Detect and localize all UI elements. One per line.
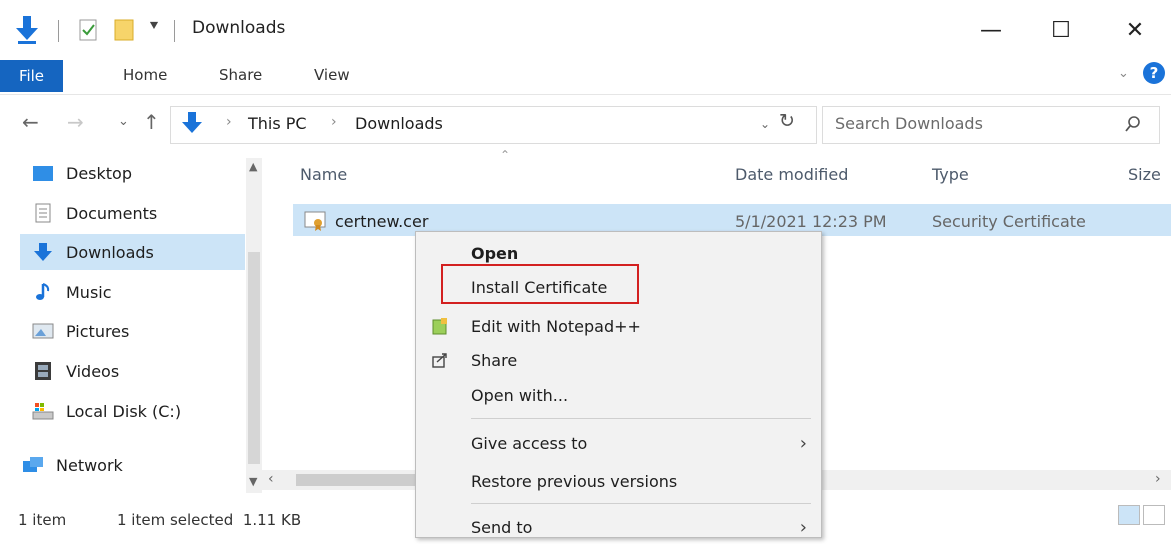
submenu-chevron-icon: › [799, 516, 807, 538]
notepad-plus-plus-icon [430, 316, 450, 336]
new-folder-icon[interactable] [113, 16, 137, 42]
nav-item-local-disk[interactable]: Local Disk (C:) [20, 393, 245, 429]
close-button[interactable]: ✕ [1108, 10, 1162, 50]
tab-share[interactable]: Share [219, 66, 262, 84]
help-icon[interactable]: ? [1143, 62, 1165, 84]
menu-item-label: Share [471, 350, 518, 370]
file-name[interactable]: certnew.cer [335, 212, 428, 231]
menu-item-give-access-to[interactable]: Give access to › [416, 426, 821, 460]
nav-item-downloads[interactable]: Downloads [20, 234, 245, 270]
nav-item-pictures[interactable]: Pictures [20, 313, 245, 349]
scroll-down-icon[interactable]: ▼ [249, 475, 257, 488]
nav-item-videos[interactable]: Videos [20, 353, 245, 389]
nav-item-documents[interactable]: Documents [20, 195, 245, 231]
ribbon [0, 58, 1171, 95]
search-icon[interactable] [1124, 115, 1142, 133]
menu-item-label: Open [471, 243, 519, 263]
videos-folder-icon [32, 361, 54, 381]
nav-pane-scroll-thumb[interactable] [248, 252, 260, 464]
downloads-location-icon [181, 110, 203, 136]
local-disk-icon [32, 401, 54, 421]
up-arrow-icon[interactable]: ↑ [143, 110, 160, 134]
title-separator [58, 20, 59, 42]
column-header-name[interactable]: Name [300, 165, 347, 184]
breadcrumb-downloads[interactable]: Downloads [355, 114, 443, 133]
nav-item-label: Network [56, 455, 123, 475]
scroll-up-icon[interactable]: ▲ [249, 160, 257, 173]
nav-item-label: Documents [66, 203, 158, 223]
column-header-date-modified[interactable]: Date modified [735, 165, 848, 184]
refresh-icon[interactable]: ↻ [779, 110, 795, 132]
tab-file[interactable]: File [0, 60, 63, 92]
properties-icon[interactable] [78, 18, 100, 42]
certificate-file-icon [304, 210, 328, 232]
nav-item-network[interactable]: Network [10, 447, 235, 483]
breadcrumb-separator-icon: › [331, 114, 337, 130]
scroll-left-icon[interactable]: ‹ [268, 471, 274, 487]
file-date-modified: 5/1/2021 12:23 PM [735, 212, 887, 231]
nav-item-label: Pictures [66, 321, 130, 341]
menu-item-label: Send to [471, 517, 533, 537]
nav-item-music[interactable]: Music [20, 274, 245, 310]
downloads-folder-icon [32, 242, 54, 262]
file-list-hscroll-thumb[interactable] [296, 474, 416, 486]
status-selection: 1 item selected 1.11 KB [117, 511, 302, 529]
menu-item-label: Open with... [471, 385, 569, 405]
menu-item-label: Edit with Notepad++ [471, 316, 641, 336]
scroll-right-icon[interactable]: › [1155, 471, 1161, 487]
window-title: Downloads [192, 18, 286, 38]
search-input[interactable]: Search Downloads [835, 114, 983, 133]
column-header-size[interactable]: Size [1128, 165, 1161, 184]
forward-arrow-icon[interactable]: → [67, 110, 84, 134]
tab-home[interactable]: Home [123, 66, 167, 84]
menu-item-send-to[interactable]: Send to › [416, 510, 821, 544]
breadcrumb-this-pc[interactable]: This PC [248, 114, 307, 133]
menu-item-label: Give access to [471, 433, 588, 453]
menu-item-edit-with-notepad[interactable]: Edit with Notepad++ [416, 309, 821, 343]
status-item-count: 1 item [18, 511, 67, 529]
downloads-arrow-icon [14, 14, 40, 44]
nav-item-desktop[interactable]: Desktop [20, 155, 245, 191]
maximize-button[interactable]: ☐ [1034, 10, 1088, 50]
file-type: Security Certificate [932, 212, 1086, 231]
breadcrumb-separator-icon: › [226, 114, 232, 130]
recent-locations-chevron-icon[interactable]: ⌄ [118, 114, 129, 129]
menu-divider [471, 503, 811, 504]
menu-divider [471, 418, 811, 419]
music-folder-icon [32, 282, 54, 302]
menu-item-restore-previous-versions[interactable]: Restore previous versions [416, 464, 821, 498]
menu-item-open-with[interactable]: Open with... [416, 378, 821, 412]
nav-item-label: Desktop [66, 163, 132, 183]
details-view-icon[interactable] [1118, 505, 1140, 525]
install-certificate-highlight-box [441, 264, 639, 304]
nav-item-label: Local Disk (C:) [66, 401, 182, 421]
sort-ascending-icon: ⌃ [500, 148, 511, 162]
menu-item-label: Restore previous versions [471, 471, 678, 491]
desktop-folder-icon [32, 163, 54, 183]
minimize-button[interactable]: — [964, 10, 1018, 50]
menu-item-share[interactable]: Share [416, 343, 821, 377]
submenu-chevron-icon: › [799, 432, 807, 454]
nav-item-label: Downloads [66, 242, 154, 262]
quick-access-dropdown-icon[interactable]: ⯆ [148, 17, 160, 35]
column-header-type[interactable]: Type [932, 165, 969, 184]
nav-item-label: Music [66, 282, 112, 302]
pictures-folder-icon [32, 321, 54, 341]
nav-item-label: Videos [66, 361, 120, 381]
title-separator-2 [174, 20, 175, 42]
network-icon [22, 455, 44, 475]
ribbon-expand-icon[interactable]: ⌄ [1118, 66, 1129, 81]
tab-view[interactable]: View [314, 66, 350, 84]
large-icons-view-icon[interactable] [1143, 505, 1165, 525]
back-arrow-icon[interactable]: ← [22, 110, 39, 134]
address-history-chevron-icon[interactable]: ⌄ [760, 117, 770, 131]
documents-folder-icon [32, 203, 54, 223]
share-icon [430, 350, 450, 370]
